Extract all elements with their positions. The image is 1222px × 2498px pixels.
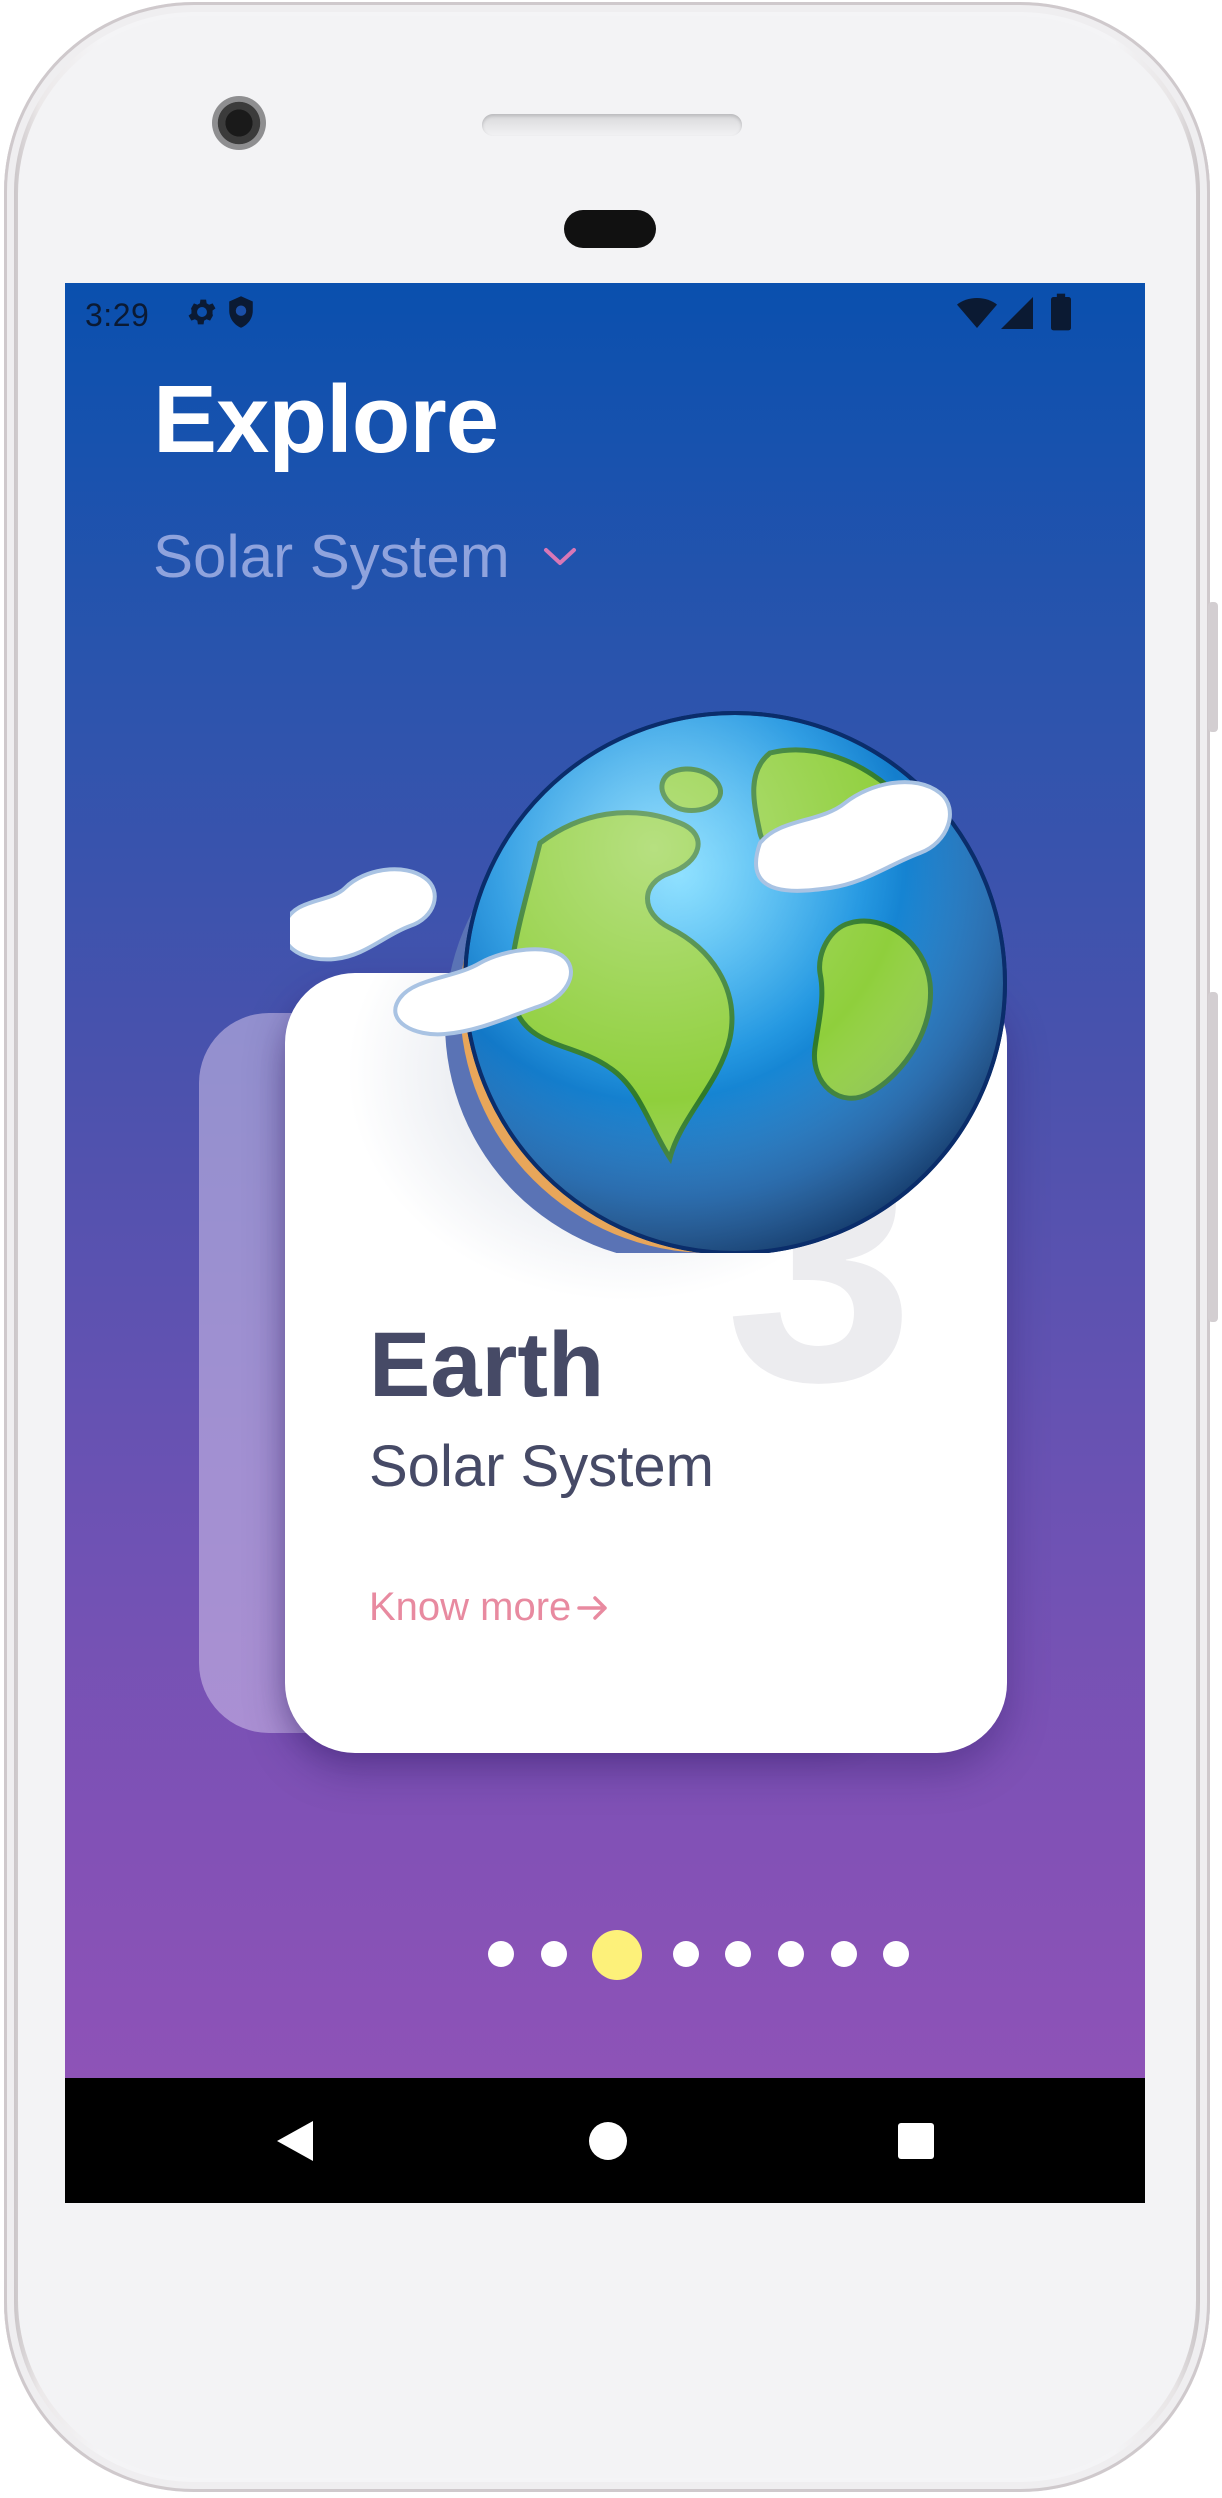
page-dot-7[interactable] xyxy=(831,1941,857,1967)
status-time: 3:29 xyxy=(85,297,150,333)
status-bar: 3:29 xyxy=(65,283,1145,343)
volume-button xyxy=(1208,602,1218,732)
earpiece-speaker xyxy=(482,114,742,136)
page-dot-6[interactable] xyxy=(778,1941,804,1967)
page-dot-2[interactable] xyxy=(541,1941,567,1967)
category-label: Solar System xyxy=(153,522,510,590)
planet-category: Solar System xyxy=(369,1434,714,1499)
page-dot-3-active[interactable] xyxy=(592,1930,642,1980)
proximity-sensor xyxy=(564,210,656,248)
app-screen: 3:29 Explore Solar System 3 Earth Solar … xyxy=(65,283,1145,2203)
planet-name: Earth xyxy=(369,1314,605,1416)
page-dot-4[interactable] xyxy=(673,1941,699,1967)
pagination-dots xyxy=(65,1923,1145,1983)
wifi-icon xyxy=(957,297,997,334)
know-more-link[interactable]: Know more xyxy=(369,1585,611,1630)
page-dot-8[interactable] xyxy=(883,1941,909,1967)
page-dot-5[interactable] xyxy=(725,1941,751,1967)
know-more-label: Know more xyxy=(369,1585,572,1629)
battery-icon xyxy=(1051,293,1071,336)
gear-icon xyxy=(185,295,219,334)
chevron-down-icon xyxy=(540,544,580,574)
back-icon[interactable] xyxy=(273,2118,317,2168)
page-dot-1[interactable] xyxy=(488,1941,514,1967)
page-title: Explore xyxy=(153,366,499,473)
front-camera xyxy=(212,96,266,150)
shield-icon xyxy=(225,295,257,334)
home-icon[interactable] xyxy=(587,2120,629,2166)
arrow-right-icon xyxy=(575,1593,611,1627)
signal-icon xyxy=(1001,297,1033,334)
recents-icon[interactable] xyxy=(897,2122,935,2164)
power-button xyxy=(1208,992,1218,1322)
category-dropdown[interactable]: Solar System xyxy=(153,521,580,591)
system-nav-bar xyxy=(65,2078,1145,2203)
earth-illustration xyxy=(281,693,1050,1263)
